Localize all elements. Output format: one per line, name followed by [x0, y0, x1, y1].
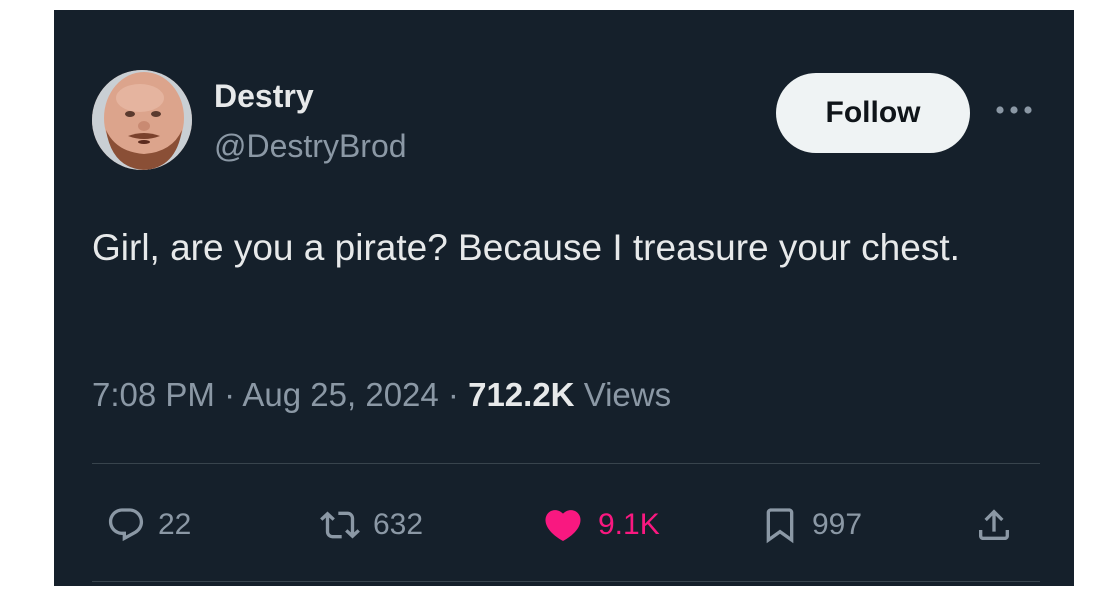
share-icon [979, 509, 1009, 540]
reply-count: 22 [158, 508, 192, 541]
tweet-time[interactable]: 7:08 PM [92, 376, 215, 413]
tweet-date[interactable]: Aug 25, 2024 [242, 376, 438, 413]
user-handle[interactable]: @DestryBrod [214, 128, 407, 165]
repost-button[interactable]: 632 [319, 500, 423, 550]
repost-count: 632 [373, 508, 424, 541]
reply-icon [108, 508, 144, 542]
like-button[interactable]: 9.1K [540, 500, 660, 550]
reply-button[interactable]: 22 [106, 500, 191, 550]
tweet-card: Destry @DestryBrod Follow Girl, are you … [54, 10, 1074, 586]
bookmark-button[interactable]: 997 [760, 500, 862, 550]
heart-icon [545, 510, 581, 542]
avatar[interactable] [92, 70, 192, 170]
bookmark-count: 997 [812, 508, 863, 541]
meta-separator: · [214, 376, 243, 413]
display-name[interactable]: Destry [214, 78, 314, 115]
divider [92, 463, 1040, 464]
bookmark-icon [766, 508, 794, 544]
tweet-meta: 7:08 PM · Aug 25, 2024 · 712.2K Views [92, 376, 671, 414]
more-icon [996, 106, 1032, 114]
like-count: 9.1K [598, 508, 660, 541]
views-label: Views [583, 376, 672, 413]
repost-icon [320, 511, 360, 539]
meta-separator: · [438, 376, 469, 413]
tweet-text: Girl, are you a pirate? Because I treasu… [92, 227, 960, 268]
share-button[interactable] [974, 500, 1014, 550]
more-options-button[interactable] [992, 96, 1036, 124]
follow-button[interactable]: Follow [776, 73, 970, 153]
divider [92, 581, 1040, 582]
avatar-image [92, 70, 192, 170]
views-count: 712.2K [468, 376, 575, 413]
